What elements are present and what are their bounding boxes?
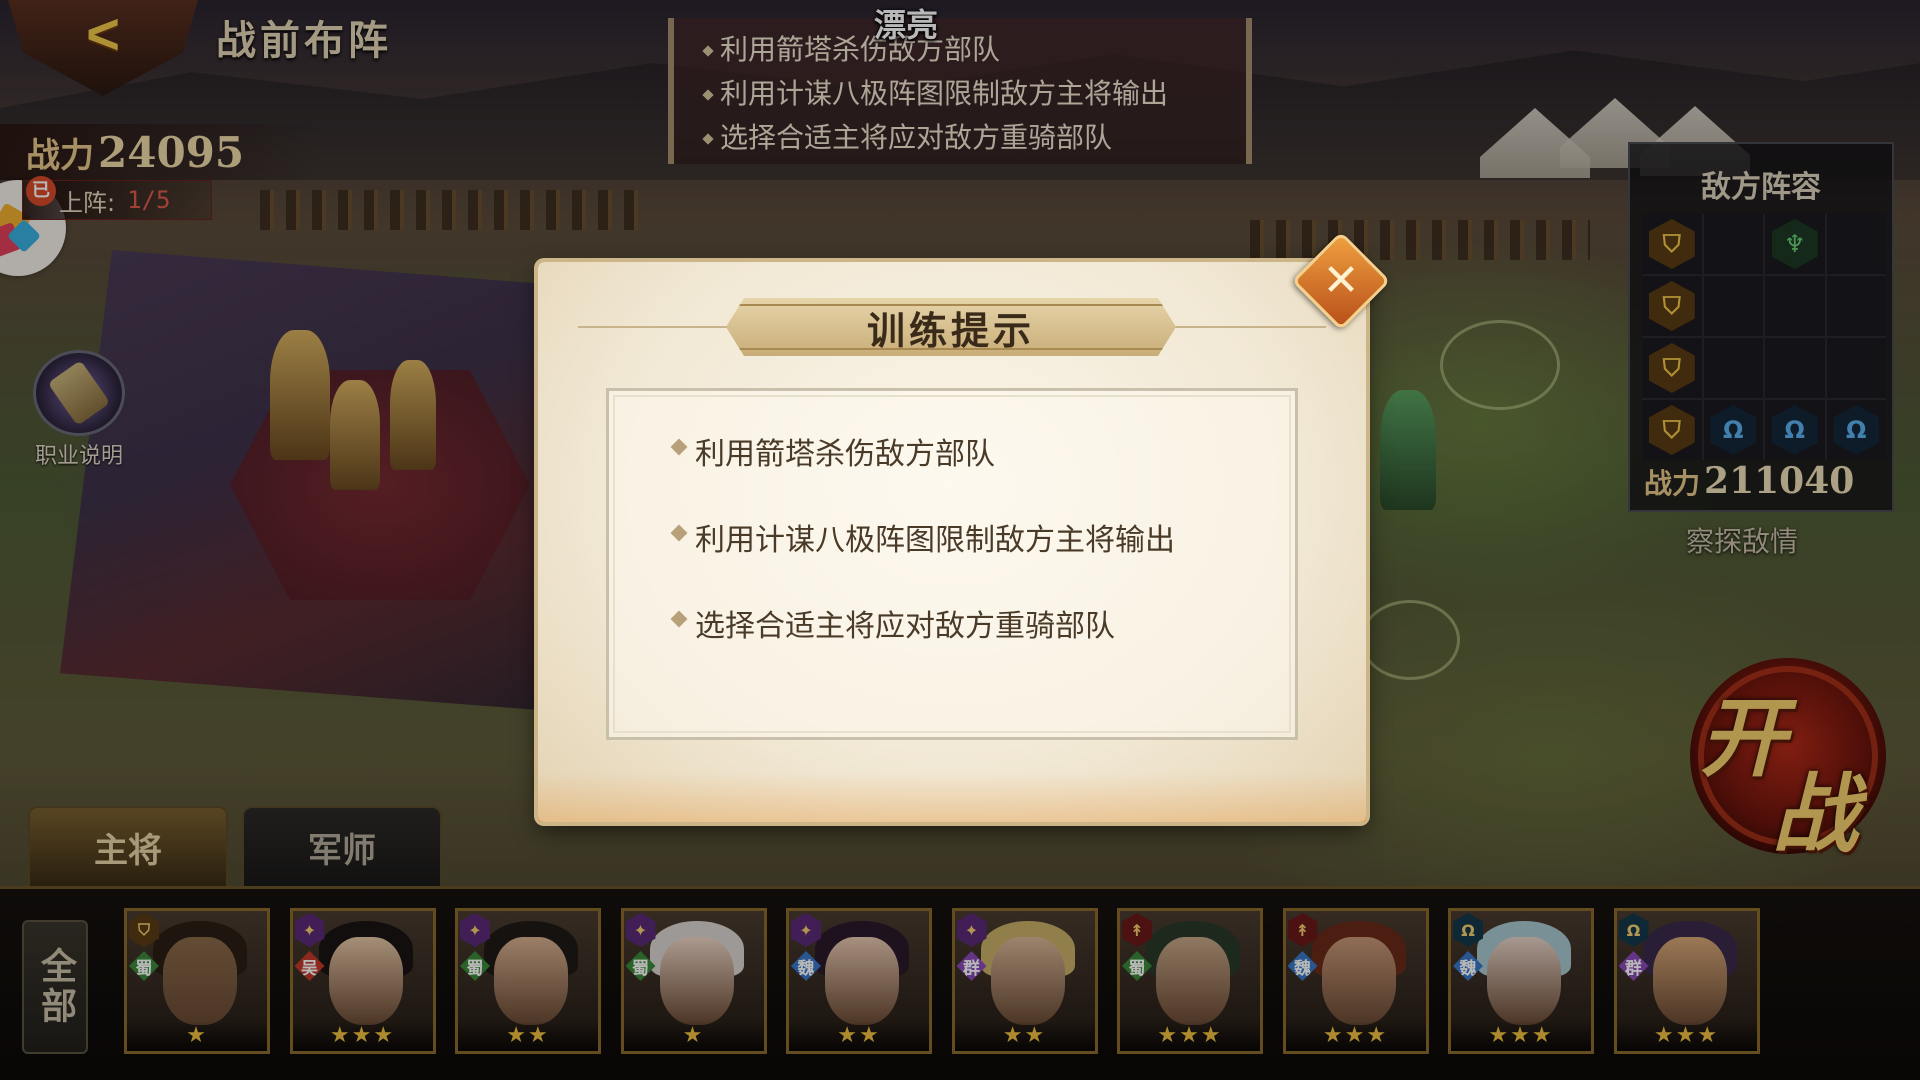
hint-item: 选择合适主将应对敌方重骑部队 (670, 601, 1295, 687)
bullet-icon (670, 610, 688, 628)
dialog-title: 训练提示 (866, 308, 1035, 353)
close-icon: ✕ (1322, 255, 1360, 306)
training-tips-dialog: 训练提示 ✕ 利用箭塔杀伤敌方部队 利用计谋八极阵图限制敌方主将输出 选择合适主… (538, 231, 1391, 822)
bullet-icon (670, 524, 688, 542)
title-divider (1166, 326, 1326, 328)
title-divider (578, 326, 738, 328)
dialog-content: 利用箭塔杀伤敌方部队 利用计谋八极阵图限制敌方主将输出 选择合适主将应对敌方重骑… (606, 388, 1298, 740)
bullet-icon (670, 438, 688, 456)
hint-item: 利用箭塔杀伤敌方部队 (670, 429, 1295, 515)
dialog-title-banner: 训练提示 (726, 298, 1176, 356)
hint-item: 利用计谋八极阵图限制敌方主将输出 (670, 515, 1295, 601)
